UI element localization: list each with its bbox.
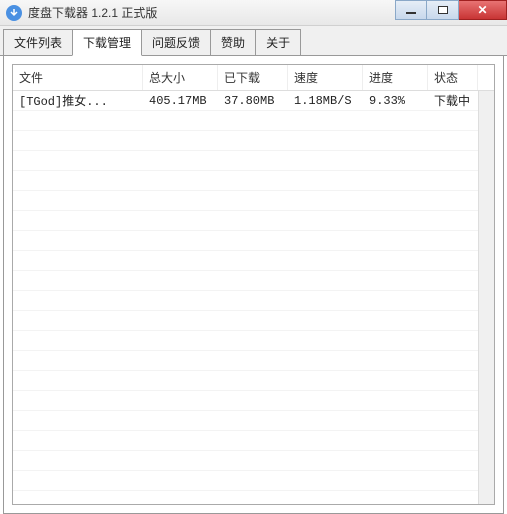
cell-progress: 9.33% [363, 92, 428, 110]
titlebar[interactable]: 度盘下载器 1.2.1 正式版 ✕ [0, 0, 507, 26]
cell-speed: 1.18MB/S [288, 92, 363, 110]
window-controls: ✕ [395, 0, 507, 20]
grid-lines [13, 111, 494, 504]
minimize-button[interactable] [395, 0, 427, 20]
col-header-status[interactable]: 状态 [428, 65, 478, 90]
tab-download-manager[interactable]: 下载管理 [72, 29, 142, 56]
tab-about[interactable]: 关于 [255, 29, 301, 55]
cell-file: [TGod]推女... [13, 91, 143, 111]
table-row[interactable]: [TGod]推女... 405.17MB 37.80MB 1.18MB/S 9.… [13, 91, 494, 111]
tab-donate[interactable]: 赞助 [210, 29, 256, 55]
app-icon [6, 5, 22, 21]
col-header-progress[interactable]: 进度 [363, 65, 428, 90]
window-title: 度盘下载器 1.2.1 正式版 [28, 4, 157, 21]
tab-bar: 文件列表 下载管理 问题反馈 赞助 关于 [0, 26, 507, 56]
table-body: [TGod]推女... 405.17MB 37.80MB 1.18MB/S 9.… [13, 91, 494, 504]
download-table-frame: 文件 总大小 已下载 速度 进度 状态 [TGod]推女... 405.17MB… [12, 64, 495, 505]
cell-downloaded: 37.80MB [218, 92, 288, 110]
cell-status: 下载中 [428, 91, 478, 111]
col-header-size[interactable]: 总大小 [143, 65, 218, 90]
maximize-button[interactable] [427, 0, 459, 20]
col-header-speed[interactable]: 速度 [288, 65, 363, 90]
col-header-downloaded[interactable]: 已下载 [218, 65, 288, 90]
close-button[interactable]: ✕ [459, 0, 507, 20]
tab-feedback[interactable]: 问题反馈 [141, 29, 211, 55]
col-header-file[interactable]: 文件 [13, 65, 143, 90]
vertical-scrollbar[interactable] [478, 91, 494, 504]
tab-file-list[interactable]: 文件列表 [3, 29, 73, 55]
content-panel: 文件 总大小 已下载 速度 进度 状态 [TGod]推女... 405.17MB… [3, 56, 504, 514]
cell-size: 405.17MB [143, 92, 218, 110]
table-header: 文件 总大小 已下载 速度 进度 状态 [13, 65, 494, 91]
